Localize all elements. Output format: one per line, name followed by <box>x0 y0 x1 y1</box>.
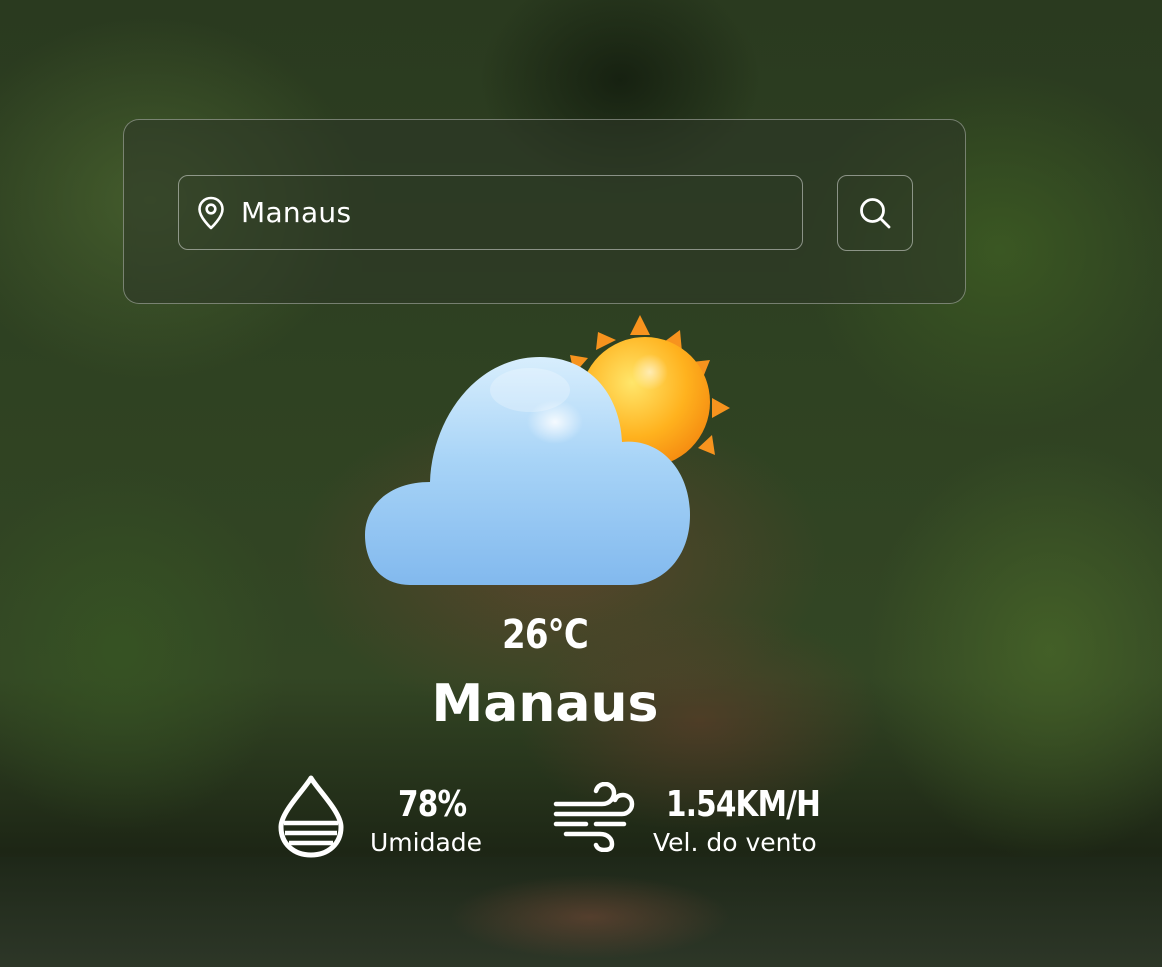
background-lake <box>0 857 1162 967</box>
city-search-input[interactable] <box>241 196 741 229</box>
city-name: Manaus <box>431 674 659 734</box>
map-pin-icon <box>196 196 226 230</box>
search-field[interactable] <box>178 175 803 250</box>
search-icon <box>860 198 891 229</box>
humidity-drop-icon <box>278 775 344 858</box>
partly-cloudy-icon <box>365 315 730 585</box>
wind-stat: 1.54KM/H Vel. do vento <box>552 772 842 862</box>
humidity-value: 78% <box>398 784 467 825</box>
wind-icon <box>553 782 635 852</box>
humidity-stat: 78% Umidade <box>276 772 501 862</box>
search-button[interactable] <box>837 175 913 251</box>
search-card <box>123 119 966 304</box>
temperature-value: 26°C <box>502 612 589 658</box>
wind-speed-label: Vel. do vento <box>653 828 817 857</box>
wind-speed-value: 1.54KM/H <box>666 784 821 825</box>
humidity-label: Umidade <box>370 828 483 857</box>
